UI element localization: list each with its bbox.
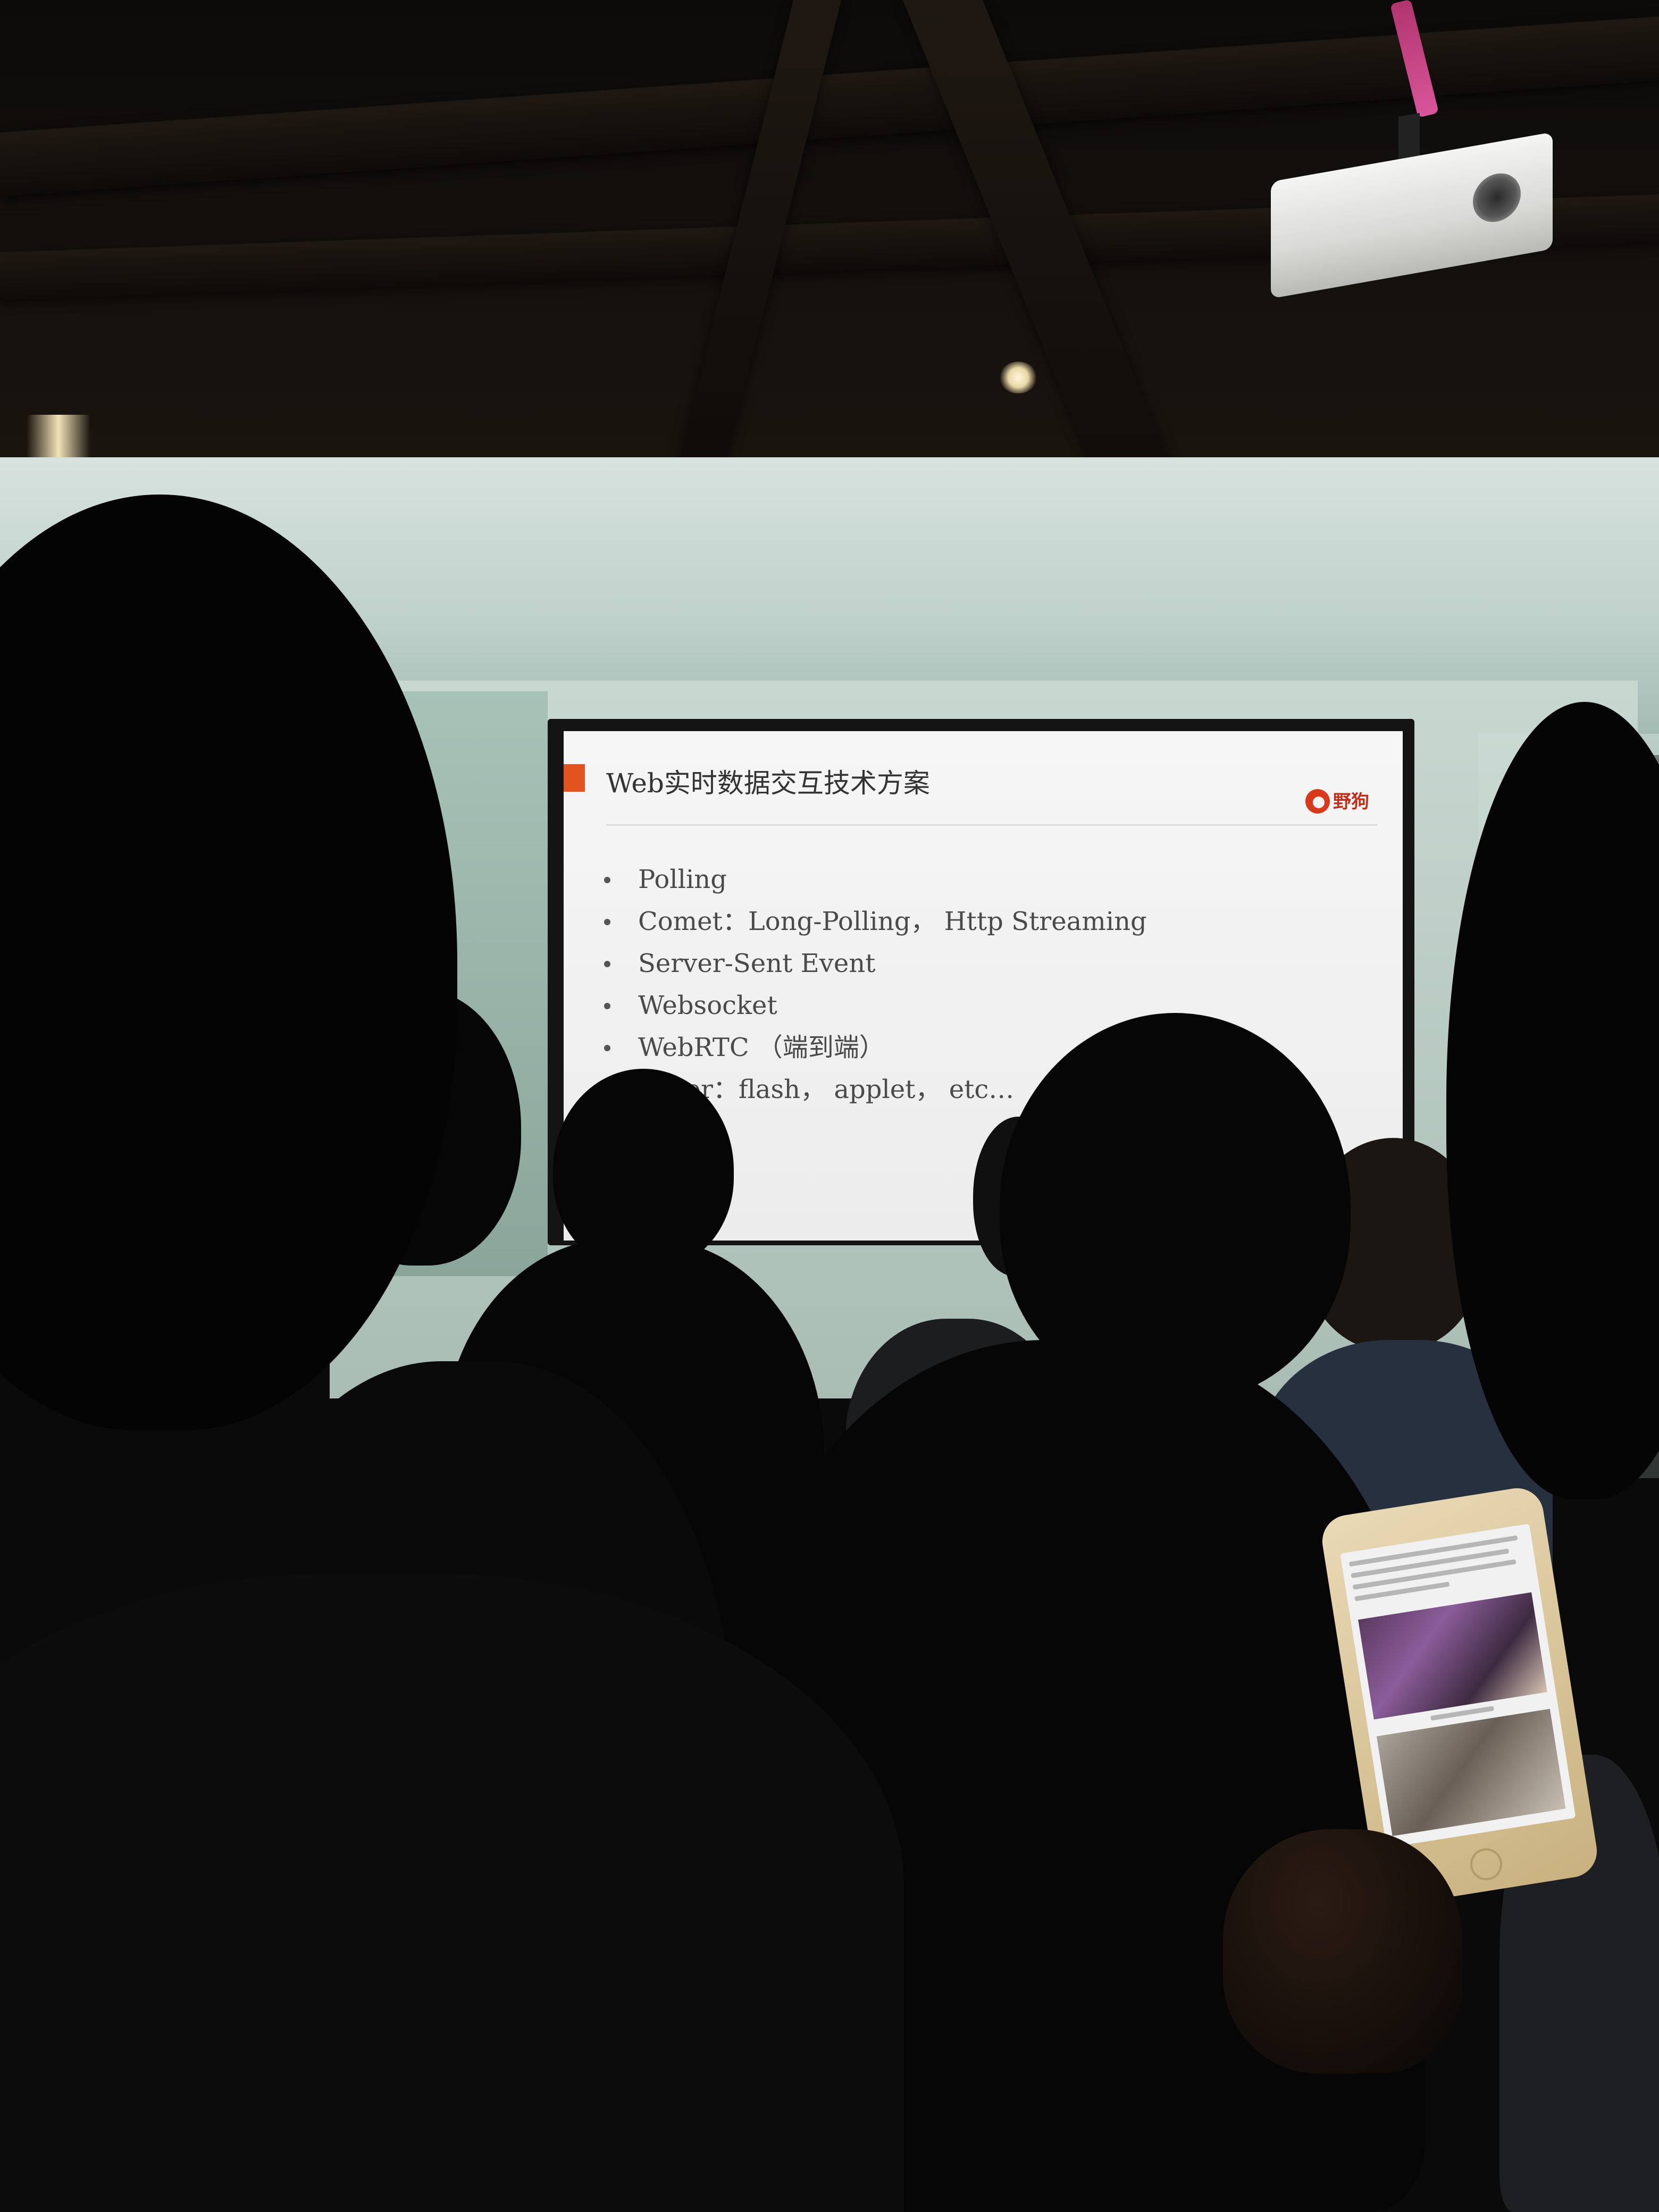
ceiling-spotlight (1000, 362, 1037, 393)
ceiling-strip-light (27, 415, 90, 463)
bullet-text: Websocket (638, 991, 777, 1020)
slide-logo: 野狗 (1305, 787, 1380, 819)
projector-body (1271, 132, 1553, 299)
slide-title: Web实时数据交互技术方案 (606, 768, 930, 799)
bullet-icon (604, 877, 610, 883)
phone-photo (1358, 1592, 1547, 1720)
bullet-item: Websocket (601, 985, 1372, 1027)
phone-screen (1340, 1523, 1576, 1848)
bullet-text: Comet：Long-Polling， Http Streaming (638, 907, 1147, 936)
audience-body (0, 1574, 904, 2212)
bullet-icon (604, 919, 610, 925)
slide-divider (606, 824, 1377, 826)
presentation-photo: Web实时数据交互技术方案 野狗 Polling Comet：Long-Poll… (0, 0, 1659, 2212)
bullet-text: WebRTC （端到端） (638, 1033, 885, 1062)
phone-photo (1376, 1708, 1566, 1837)
hand (1223, 1829, 1462, 2074)
home-button-icon (1468, 1846, 1505, 1883)
logo-text: 野狗 (1333, 791, 1369, 812)
bullet-icon (604, 1003, 610, 1009)
bullet-icon (604, 1045, 610, 1051)
bullet-item: Polling (601, 859, 1372, 901)
slide-accent-bar (564, 764, 585, 792)
bullet-text: Polling (638, 865, 727, 894)
bullet-item: Server-Sent Event (601, 943, 1372, 985)
bullet-text: Server-Sent Event (638, 949, 876, 978)
bullet-item: Comet：Long-Polling， Http Streaming (601, 901, 1372, 943)
bullet-icon (604, 961, 610, 967)
